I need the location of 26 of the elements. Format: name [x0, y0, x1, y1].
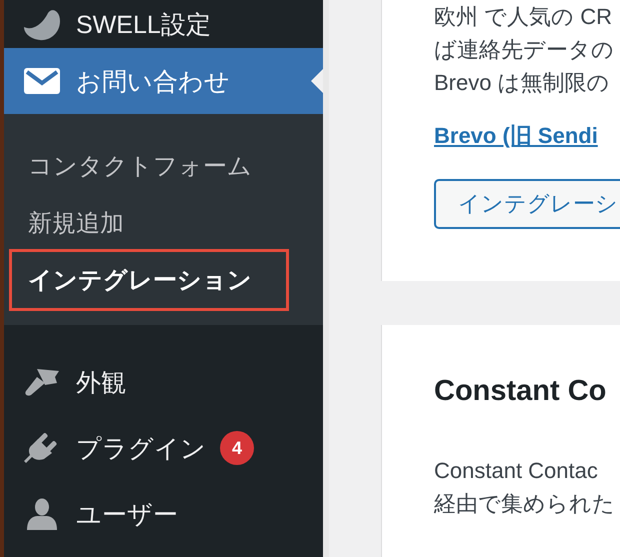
- menu-label: SWELL設定: [76, 10, 211, 40]
- description-line: Brevo は無制限の: [434, 69, 610, 97]
- envelope-icon: [24, 68, 60, 94]
- menu-label: ユーザー: [76, 500, 178, 530]
- drop-icon: [22, 7, 62, 41]
- integration-button[interactable]: インテグレーシ: [434, 179, 620, 229]
- submenu-item[interactable]: コンタクトフォーム: [4, 138, 323, 195]
- menu-label: お問い合わせ: [76, 66, 230, 98]
- count-badge: 4: [220, 431, 254, 465]
- service-link[interactable]: Brevo (旧 Sendi: [434, 121, 598, 151]
- menu-item[interactable]: お問い合わせ: [4, 48, 323, 114]
- description-line: 欧州 で人気の CR: [434, 3, 612, 31]
- user-icon: [26, 498, 58, 530]
- menu-label: 外観: [76, 368, 126, 398]
- description-line: Constant Contac: [434, 457, 598, 485]
- submenu-item[interactable]: 新規追加: [4, 195, 323, 252]
- menu-label: プラグイン: [76, 434, 206, 464]
- menu-item[interactable]: 外観: [4, 349, 323, 415]
- submenu-item[interactable]: インテグレーション: [4, 252, 323, 309]
- description-line: 経由で集められた: [434, 490, 615, 518]
- menu-item[interactable]: プラグイン 4: [4, 415, 323, 481]
- paintbrush-icon: [23, 367, 61, 397]
- card-heading: Constant Co: [434, 375, 606, 408]
- menu-item[interactable]: SWELL設定: [4, 0, 323, 48]
- description-line: ば連絡先データの: [434, 36, 614, 64]
- menu-item[interactable]: ユーザー: [4, 481, 323, 547]
